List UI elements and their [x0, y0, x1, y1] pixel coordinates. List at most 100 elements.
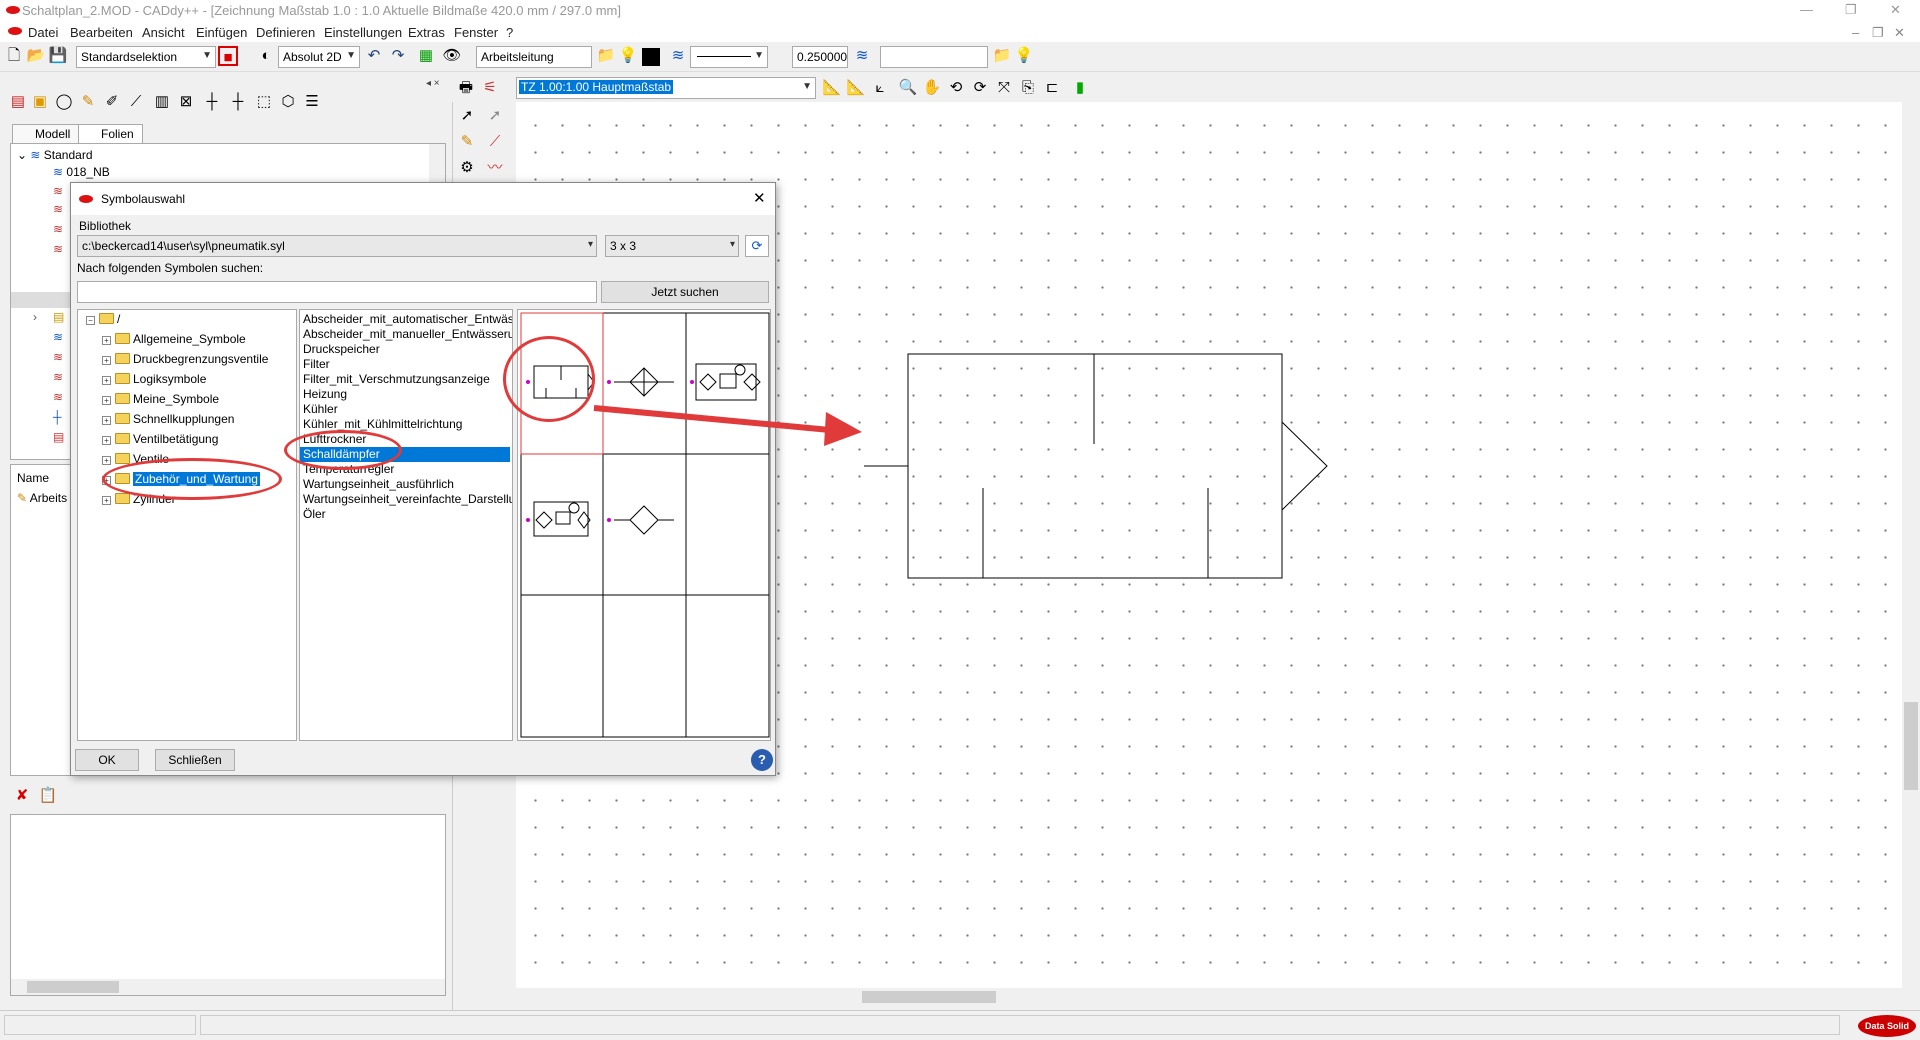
- dialog-close-icon[interactable]: ✕: [753, 189, 766, 207]
- output-hscrollbar[interactable]: [11, 979, 445, 995]
- hatch-icon[interactable]: ▥: [152, 92, 172, 112]
- search-toolbar-input[interactable]: [880, 46, 988, 68]
- measure-icon[interactable]: 📐: [822, 78, 842, 98]
- layer-stack-icon[interactable]: ≋: [53, 370, 63, 384]
- doc-minimize-icon[interactable]: –: [1852, 25, 1859, 40]
- layers-icon[interactable]: ≋: [53, 330, 63, 344]
- folder-item[interactable]: + Meine_Symbole: [102, 392, 219, 406]
- delete-icon[interactable]: ✘: [12, 786, 32, 806]
- folder-icon[interactable]: 📁: [992, 46, 1012, 66]
- menu-bearbeiten[interactable]: Bearbeiten: [70, 25, 133, 40]
- layers-icon[interactable]: ≋: [668, 46, 688, 66]
- print-icon[interactable]: 🖶: [456, 78, 476, 98]
- black-color-icon[interactable]: [642, 48, 660, 66]
- menu-einfuegen[interactable]: Einfügen: [196, 25, 247, 40]
- minimize-icon[interactable]: —: [1800, 2, 1813, 17]
- symbol-item[interactable]: Kühler: [303, 402, 338, 417]
- open-folder-icon[interactable]: 📂: [26, 46, 46, 66]
- symbol-item[interactable]: Abscheider_mit_automatischer_Entwäs:: [303, 312, 512, 327]
- close-button[interactable]: Schließen: [155, 749, 235, 771]
- pencil-icon[interactable]: ✎: [78, 92, 98, 112]
- symbol-item[interactable]: Filter_mit_Verschmutzungsanzeige: [303, 372, 490, 387]
- bulb-icon[interactable]: 💡: [618, 46, 638, 66]
- menu-help[interactable]: ?: [506, 25, 513, 40]
- symbol-item[interactable]: Filter: [303, 357, 330, 372]
- scale-select[interactable]: TZ 1.00:1.00 Hauptmaßstab ▼: [516, 77, 816, 99]
- layer-input[interactable]: Arbeitsleitung: [476, 46, 592, 68]
- crosshair-icon[interactable]: ┼: [53, 410, 62, 424]
- folder-item[interactable]: + Ventilbetätigung: [102, 432, 218, 446]
- lineweight-input[interactable]: 0.250000: [792, 46, 848, 68]
- folder-root[interactable]: − /: [86, 312, 120, 326]
- view-icon[interactable]: 👁: [442, 46, 462, 66]
- crosshair-icon[interactable]: ┼: [202, 92, 222, 112]
- snap-icon[interactable]: ┼: [228, 92, 248, 112]
- grid-icon[interactable]: ▦: [416, 46, 436, 66]
- box-3d-icon[interactable]: ⬚: [254, 92, 274, 112]
- zoom-window-icon[interactable]: 🔍: [898, 78, 918, 98]
- menu-extras[interactable]: Extras: [408, 25, 445, 40]
- polyline-icon[interactable]: 〰: [485, 158, 505, 178]
- list-icon[interactable]: ☰: [302, 92, 322, 112]
- folder-icon[interactable]: ▤: [53, 310, 64, 324]
- angle-icon[interactable]: 📐: [846, 78, 866, 98]
- props-row[interactable]: ✎ Arbeits: [17, 491, 67, 505]
- save-icon[interactable]: 💾: [48, 46, 68, 66]
- brush-icon[interactable]: ⟋: [126, 92, 146, 112]
- folder-item[interactable]: + Logiksymbole: [102, 372, 206, 386]
- close-window-icon[interactable]: ✕: [1890, 2, 1901, 18]
- folder-item[interactable]: + Druckbegrenzungsventile: [102, 352, 268, 366]
- coordinate-mode-icon[interactable]: ◐: [256, 46, 276, 66]
- folder-item[interactable]: + Schnellkupplungen: [102, 412, 234, 426]
- traffic-light-icon[interactable]: ▮: [1070, 78, 1090, 98]
- help-icon[interactable]: ?: [751, 749, 773, 771]
- coordinate-mode-select[interactable]: Absolut 2D ▼: [278, 46, 360, 68]
- restore-icon[interactable]: ❐: [1845, 2, 1857, 18]
- search-button[interactable]: Jetzt suchen: [601, 281, 769, 303]
- layers-icon[interactable]: ≋: [852, 46, 872, 66]
- ok-button[interactable]: OK: [75, 749, 139, 771]
- linetype-select[interactable]: ▼: [690, 46, 768, 68]
- magic-icon[interactable]: ⚟: [480, 78, 500, 98]
- tree-item-018[interactable]: ≋ 018_NB: [53, 165, 110, 179]
- pan-hand-icon[interactable]: ✋: [922, 78, 942, 98]
- zoom-out-icon[interactable]: ⟲: [946, 78, 966, 98]
- bulb-icon[interactable]: 💡: [1014, 46, 1034, 66]
- doc-close-icon[interactable]: ✕: [1894, 25, 1905, 41]
- scroll-thumb[interactable]: [1904, 702, 1918, 790]
- zoom-in-icon[interactable]: ⟳: [970, 78, 990, 98]
- layer-stack-icon[interactable]: ≋: [53, 242, 63, 256]
- tree-root[interactable]: ⌄ ≋ Standard: [17, 148, 93, 162]
- cube-icon[interactable]: ⬡: [278, 92, 298, 112]
- menu-definieren[interactable]: Definieren: [256, 25, 315, 40]
- circle-tool-icon[interactable]: ◯: [54, 92, 74, 112]
- canvas-hscrollbar[interactable]: [516, 988, 1902, 1006]
- redo-icon[interactable]: ↷: [388, 46, 408, 66]
- doc-restore-icon[interactable]: ❐: [1872, 25, 1884, 41]
- menu-ansicht[interactable]: Ansicht: [142, 25, 185, 40]
- pencil-icon[interactable]: ✎: [457, 132, 477, 152]
- scroll-thumb[interactable]: [862, 991, 996, 1003]
- menu-fenster[interactable]: Fenster: [454, 25, 498, 40]
- folder-item[interactable]: + Allgemeine_Symbole: [102, 332, 246, 346]
- zoom-prev-icon[interactable]: ⎘: [1018, 78, 1038, 98]
- ruler-icon[interactable]: ⊏: [1042, 78, 1062, 98]
- dimension-tool-icon[interactable]: ⟀: [870, 78, 890, 98]
- menu-datei[interactable]: Datei: [28, 25, 58, 40]
- refresh-icon[interactable]: ⟳: [745, 235, 769, 257]
- symbol-item[interactable]: Wartungseinheit_vereinfachte_Darstellu: [303, 492, 512, 507]
- pin-icon[interactable]: ◂ ×: [426, 78, 440, 89]
- selection-mode-select[interactable]: Standardselektion ▼: [76, 46, 216, 68]
- symbol-item[interactable]: Heizung: [303, 387, 347, 402]
- tools-icon[interactable]: ⚙: [457, 158, 477, 178]
- line-icon[interactable]: ⟋: [485, 132, 505, 152]
- symbol-item[interactable]: Druckspeicher: [303, 342, 380, 357]
- symbol-search-input[interactable]: [77, 281, 597, 303]
- new-file-icon[interactable]: 🗋: [4, 46, 24, 66]
- scroll-thumb[interactable]: [27, 981, 119, 993]
- tab-modell[interactable]: Modell: [12, 124, 80, 144]
- layer-stack-icon[interactable]: ≋: [53, 184, 63, 198]
- expand-icon[interactable]: ›: [33, 310, 37, 324]
- undo-icon[interactable]: ↶: [364, 46, 384, 66]
- list-icon[interactable]: ▤: [53, 430, 64, 444]
